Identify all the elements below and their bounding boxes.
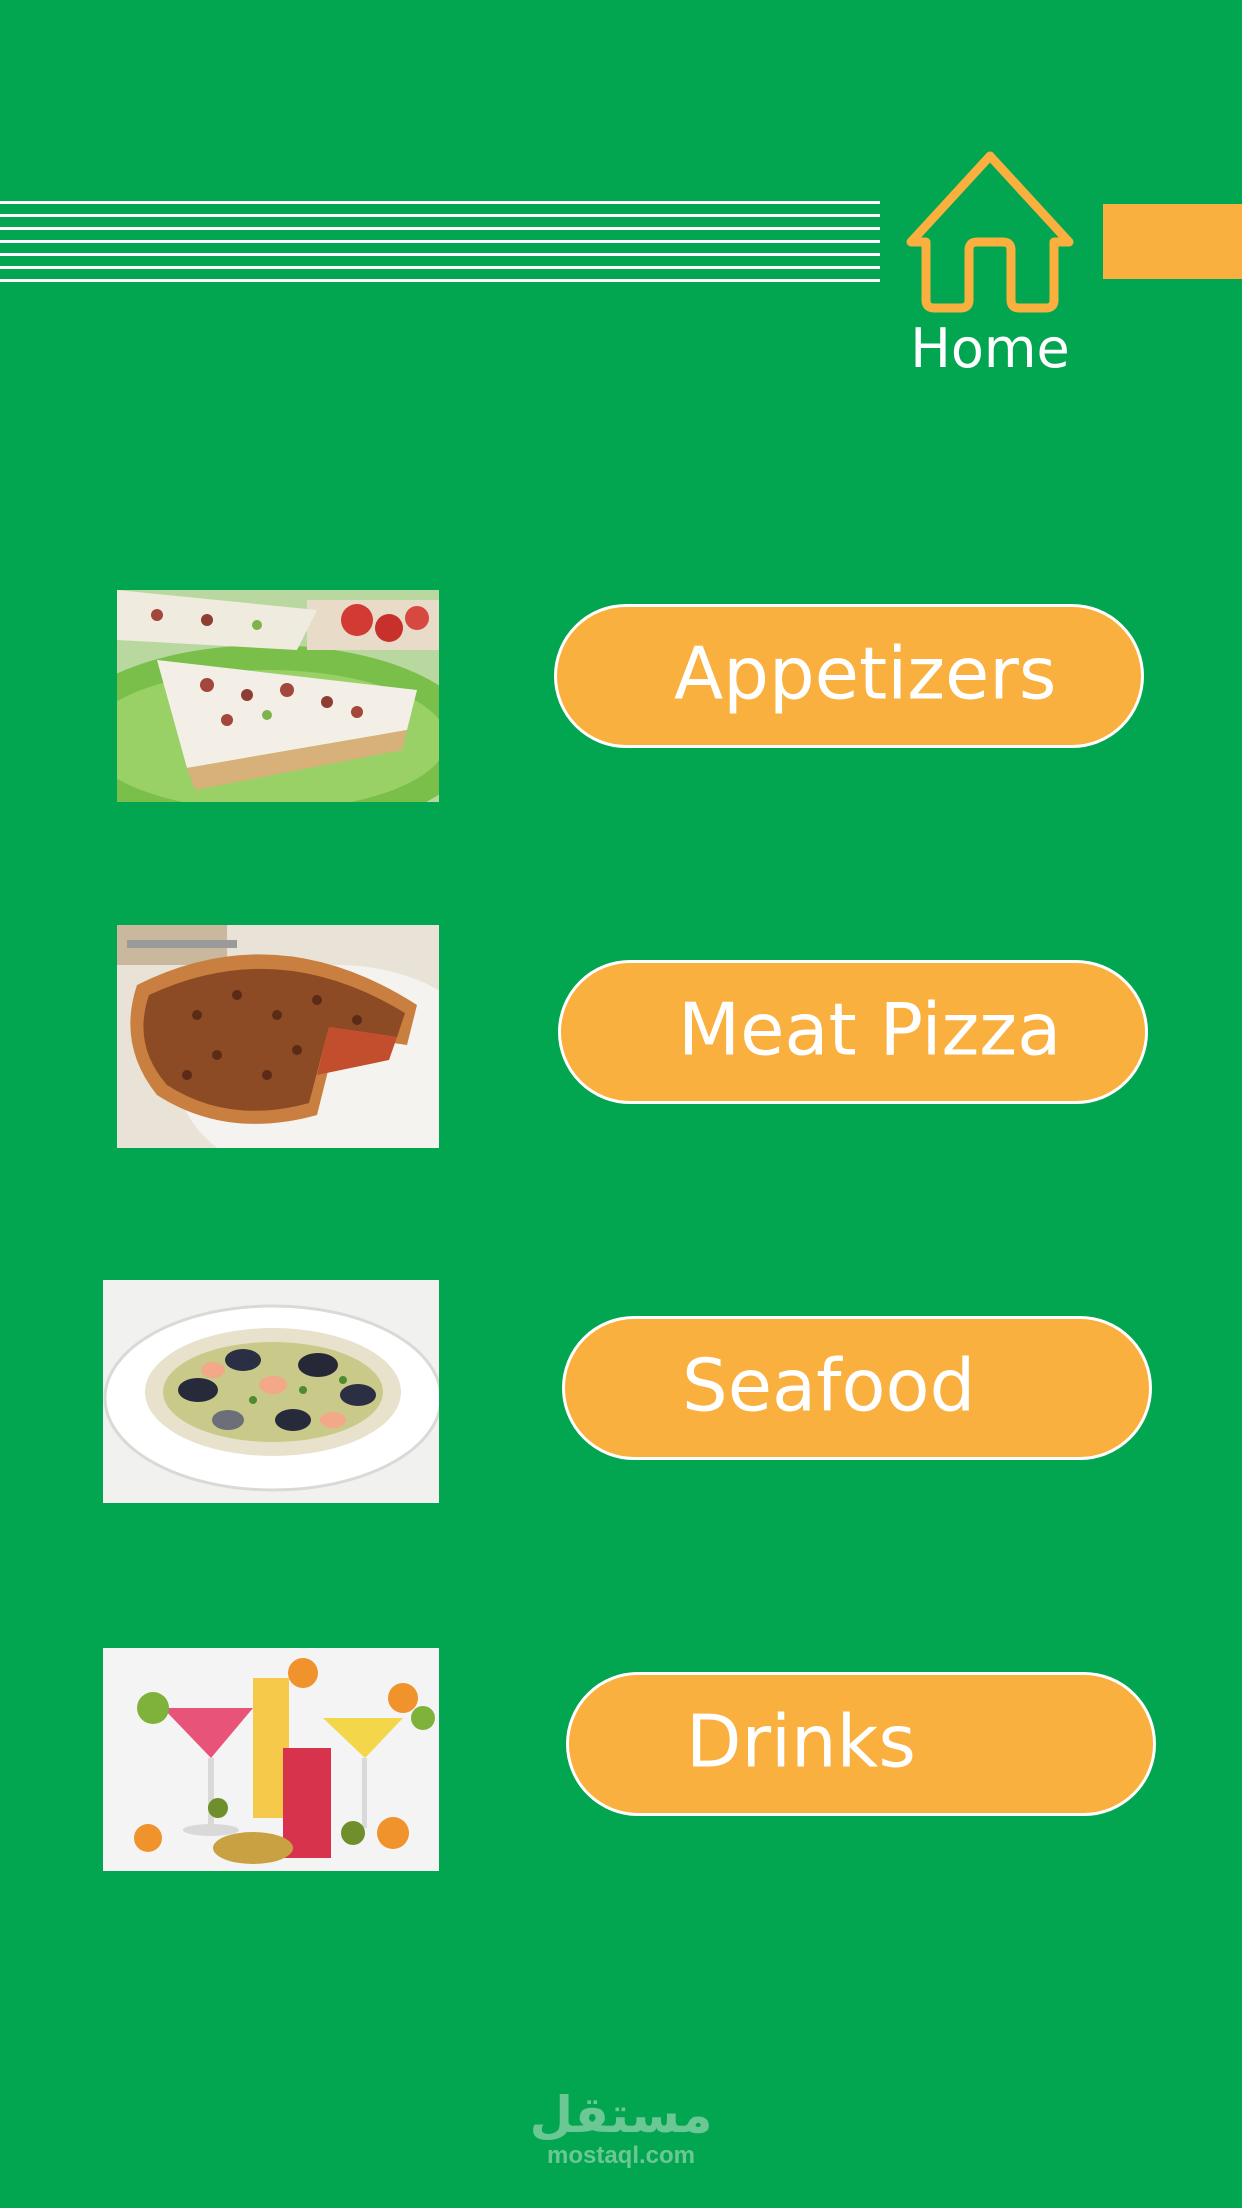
seafood-pasta-photo[interactable] [103,1280,439,1503]
meat-pizza-button[interactable]: Meat Pizza [558,960,1148,1104]
stripe-line [0,253,880,256]
watermark: مستقل mostaql.com [521,2090,721,2168]
fruit-drinks-photo[interactable] [103,1648,439,1871]
stripe-line [0,279,880,282]
appetizers-button[interactable]: Appetizers [554,604,1144,748]
header-accent-tab [1103,204,1242,279]
seafood-button[interactable]: Seafood [562,1316,1152,1460]
appetizers-label: Appetizers [674,631,1057,716]
stripe-line [0,227,880,230]
header-stripes [0,201,880,283]
stripe-line [0,266,880,269]
drinks-label: Drinks [686,1699,916,1784]
meat-pizza-label: Meat Pizza [678,987,1062,1072]
meat-pizza-photo[interactable] [117,925,439,1148]
watermark-logo-text: مستقل [529,2086,713,2144]
house-outline-icon [906,151,1074,313]
stripe-line [0,201,880,204]
home-button[interactable]: Home [895,146,1085,396]
watermark-url: mostaql.com [546,2142,696,2169]
drinks-button[interactable]: Drinks [566,1672,1156,1816]
appetizer-tart-photo[interactable] [117,590,439,802]
stripe-line [0,240,880,243]
home-label: Home [910,317,1070,380]
stripe-line [0,214,880,217]
seafood-label: Seafood [682,1343,976,1428]
